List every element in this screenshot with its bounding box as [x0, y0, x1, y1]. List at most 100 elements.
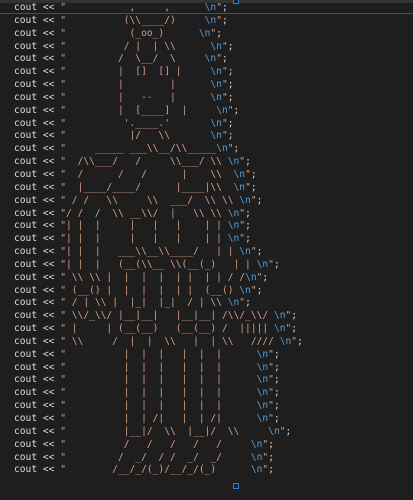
cout-keyword: cout: [14, 40, 38, 52]
stream-operator: <<: [37, 387, 61, 399]
code-line[interactable]: cout << "| | | (__(\\__ \\(__(_) | | \n"…: [14, 259, 303, 272]
ascii-art-text: / _/ / / _/ _/: [66, 451, 251, 463]
statement-semicolon: ;: [273, 400, 280, 412]
newline-escape: \n: [256, 258, 269, 270]
cout-keyword: cout: [14, 79, 38, 91]
cout-keyword: cout: [14, 387, 38, 399]
newline-escape: \n: [227, 220, 240, 232]
newline-escape: \n: [216, 104, 228, 116]
stream-operator: <<: [37, 310, 61, 322]
stream-operator: <<: [37, 207, 61, 219]
statement-semicolon: ;: [216, 27, 222, 39]
code-line[interactable]: cout << " / | \\ | |_| |_| / | \\ \n";: [14, 297, 303, 310]
code-line[interactable]: cout << " | | | | | | \n";: [14, 349, 303, 362]
stream-operator: <<: [37, 27, 61, 39]
ascii-art-text: (__() | | | | | | (__(): [66, 284, 240, 296]
code-editor[interactable]: cout << " , , \n"; cout << " (\\____/) \n…: [0, 0, 413, 500]
statement-semicolon: ;: [256, 194, 263, 206]
code-line[interactable]: cout << " | -- | \n";: [14, 92, 303, 105]
ascii-art-text: /__/_/(_)/__/_/(_): [66, 464, 251, 476]
cout-keyword: cout: [14, 310, 38, 322]
code-line[interactable]: cout << " /\\___/ / \\___/ \\ \n";: [14, 156, 303, 169]
stream-operator: <<: [37, 271, 61, 283]
stream-operator: <<: [37, 413, 61, 424]
code-line[interactable]: cout << " / \__/ \ \n";: [14, 53, 303, 66]
code-line[interactable]: cout << " | [] [] | \n";: [14, 66, 303, 79]
code-line[interactable]: cout << " | | /| | | /| \n";: [14, 413, 303, 426]
code-line[interactable]: cout << " /__/_/(_)/__/_/(_) \n";: [14, 464, 303, 477]
code-line[interactable]: cout << " '.____.' \n";: [14, 118, 303, 131]
code-line[interactable]: cout << " | | (__(__) (__(__) / ||||| \n…: [14, 323, 303, 336]
stream-operator: <<: [37, 181, 61, 193]
code-line[interactable]: cout << " , , \n";: [14, 2, 303, 15]
statement-semicolon: ;: [297, 335, 303, 347]
code-line[interactable]: cout << " (\\____/) \n";: [14, 15, 303, 28]
ascii-art-text: _____ ___\\__/\\_____: [66, 143, 217, 155]
code-line[interactable]: cout << "| | | | | | | | \n";: [14, 233, 303, 246]
newline-escape: \n: [279, 335, 292, 347]
cout-keyword: cout: [14, 66, 38, 78]
ascii-art-text: / | \\ | |_| |_| / | \\: [66, 297, 228, 309]
stream-operator: <<: [37, 361, 61, 373]
code-line[interactable]: cout << " |/ \\ \n";: [14, 130, 303, 143]
statement-semicolon: ;: [245, 207, 251, 219]
newline-escape: \n: [239, 246, 251, 258]
code-line[interactable]: cout << "| | | ___\\__\\____/ | | \n";: [14, 246, 303, 259]
code-line[interactable]: cout << " / _/ / / _/ _/ \n";: [14, 452, 303, 465]
cout-keyword: cout: [14, 271, 38, 283]
cout-keyword: cout: [14, 323, 38, 335]
ascii-art-text: \\ / | | \\ | | \\ ////: [66, 335, 280, 347]
statement-semicolon: ;: [291, 323, 298, 335]
code-line[interactable]: cout << "| | | | | | | | \n";: [14, 220, 303, 233]
code-line[interactable]: cout << " | | | | | | \n";: [14, 374, 303, 387]
code-line[interactable]: cout << " | | | | | | \n";: [14, 362, 303, 375]
ascii-art-text: | | | (__(\\__ \\(__(_) | |: [66, 258, 257, 270]
statement-semicolon: ;: [273, 258, 280, 270]
code-line[interactable]: cout << " | | | | | | \n";: [14, 400, 303, 413]
newline-escape: \n: [250, 464, 263, 476]
stream-operator: <<: [37, 297, 61, 309]
stream-operator: <<: [37, 79, 61, 91]
code-line[interactable]: cout << " _____ ___\\__/\\_____\n";: [14, 143, 303, 156]
stream-operator: <<: [37, 40, 61, 52]
code-line[interactable]: cout << " | | \n";: [14, 79, 303, 92]
stream-operator: <<: [37, 258, 61, 270]
code-line[interactable]: cout << " (__() | | | | | | (__() \n";: [14, 285, 303, 298]
newline-escape: \n: [204, 14, 217, 26]
code-line[interactable]: cout << " | | | | | | \n";: [14, 387, 303, 400]
cout-keyword: cout: [14, 284, 38, 296]
stream-operator: <<: [37, 91, 61, 103]
code-line[interactable]: cout << " (_oo_) \n";: [14, 28, 303, 41]
newline-escape: \n: [210, 91, 222, 103]
code-line[interactable]: cout << " \\ / | | \\ | | \\ //// \n";: [14, 336, 303, 349]
newline-escape: \n: [239, 284, 251, 296]
code-line[interactable]: cout << " / / / / / \n";: [14, 439, 303, 452]
code-line[interactable]: cout << " |____/____/ |____|\\ \n";: [14, 182, 303, 195]
cout-keyword: cout: [14, 297, 38, 309]
stream-operator: <<: [37, 104, 61, 116]
ascii-art-text: / / / \\ __\\/ | \\ \\: [66, 207, 228, 219]
code-line[interactable]: cout << " / | | \\ \n";: [14, 41, 303, 54]
selection-handle-bottom[interactable]: [233, 483, 239, 489]
stream-operator: <<: [37, 117, 61, 129]
code-line[interactable]: cout << " | [____] | \n";: [14, 105, 303, 118]
cout-keyword: cout: [14, 194, 38, 206]
code-line[interactable]: cout << " |__|/ \\ |__|/ \\ \n";: [14, 426, 303, 439]
newline-escape: \n: [256, 374, 269, 386]
statement-semicolon: ;: [245, 297, 251, 309]
code-line[interactable]: cout << " / / \\ \\ ___/ \\ \\ \n";: [14, 195, 303, 208]
stream-operator: <<: [37, 246, 61, 258]
newline-escape: \n: [273, 323, 286, 335]
ascii-art-text: |/ \\: [66, 130, 211, 142]
cout-keyword: cout: [14, 233, 38, 245]
ascii-art-text: \\/_\\/ |__|__| |__|__| /\\/_\\/: [66, 310, 274, 322]
code-line[interactable]: cout << " / / / | \\ \n";: [14, 169, 303, 182]
statement-semicolon: ;: [227, 79, 234, 91]
ascii-art-text: | | /| | | /|: [66, 413, 257, 424]
statement-semicolon: ;: [245, 220, 251, 232]
code-text-area[interactable]: cout << " , , \n"; cout << " (\\____/) \n…: [14, 2, 303, 477]
code-line[interactable]: cout << "/ / / \\ __\\/ | \\ \\ \n";: [14, 208, 303, 221]
cout-keyword: cout: [14, 451, 38, 463]
code-line[interactable]: cout << " \\/_\\/ |__|__| |__|__| /\\/_\…: [14, 310, 303, 323]
code-line[interactable]: cout << " \\ \\ | | | | | | | | / /\n";: [14, 272, 303, 285]
